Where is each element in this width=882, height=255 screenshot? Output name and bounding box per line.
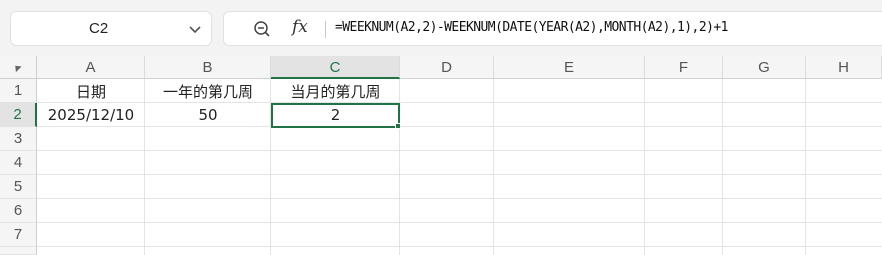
grid-line [722,79,723,255]
cell-a1[interactable]: 日期 [37,81,145,102]
chevron-down-icon[interactable] [187,21,203,37]
grid-line [493,79,494,255]
cell-b1[interactable]: 一年的第几周 [145,81,271,102]
select-all-corner[interactable] [0,56,37,79]
formula-text[interactable]: =WEEKNUM(A2,2)-WEEKNUM(DATE(YEAR(A2),MON… [335,20,729,35]
fill-handle[interactable] [395,123,401,129]
cell-c1[interactable]: 当月的第几周 [271,81,400,102]
grid-line [37,246,882,247]
divider [325,21,326,38]
row-header-4[interactable]: 4 [0,151,37,175]
formula-bar-area: C2 fx =WEEKNUM(A2,2)-WEEKNUM(DATE(YEAR(A… [0,0,882,56]
row-header-8[interactable] [0,247,37,255]
column-header-e[interactable]: E [494,56,645,79]
grid-line [37,222,882,223]
grid-line [644,79,645,255]
cell-a2[interactable]: 2025/12/10 [37,106,145,124]
grid-line [37,174,882,175]
grid-line [37,198,882,199]
row-header-7[interactable]: 7 [0,223,37,247]
row-header-2[interactable]: 2 [0,103,37,127]
row-header-1[interactable]: 1 [0,79,37,103]
grid-line [37,102,882,103]
formula-input[interactable]: fx =WEEKNUM(A2,2)-WEEKNUM(DATE(YEAR(A2),… [223,11,882,46]
cell-b2[interactable]: 50 [145,106,271,124]
grid-line [37,150,882,151]
spreadsheet-grid[interactable]: A B C D E F G H 1 2 3 4 5 6 7 日期 一年的第几周 … [0,56,882,255]
name-box-value: C2 [89,20,109,37]
zoom-out-icon[interactable] [252,19,272,39]
name-box[interactable]: C2 [10,11,212,46]
column-header-h[interactable]: H [806,56,882,79]
grid-line [805,79,806,255]
row-header-3[interactable]: 3 [0,127,37,151]
column-header-c[interactable]: C [271,56,400,79]
column-header-d[interactable]: D [400,56,494,79]
select-all-icon [12,62,22,73]
column-header-b[interactable]: B [145,56,271,79]
column-header-g[interactable]: G [723,56,806,79]
row-header-6[interactable]: 6 [0,199,37,223]
column-header-a[interactable]: A [37,56,145,79]
column-header-f[interactable]: F [645,56,723,79]
row-header-5[interactable]: 5 [0,175,37,199]
grid-line [37,126,882,127]
active-cell-border [271,103,400,128]
function-icon[interactable]: fx [292,17,308,37]
